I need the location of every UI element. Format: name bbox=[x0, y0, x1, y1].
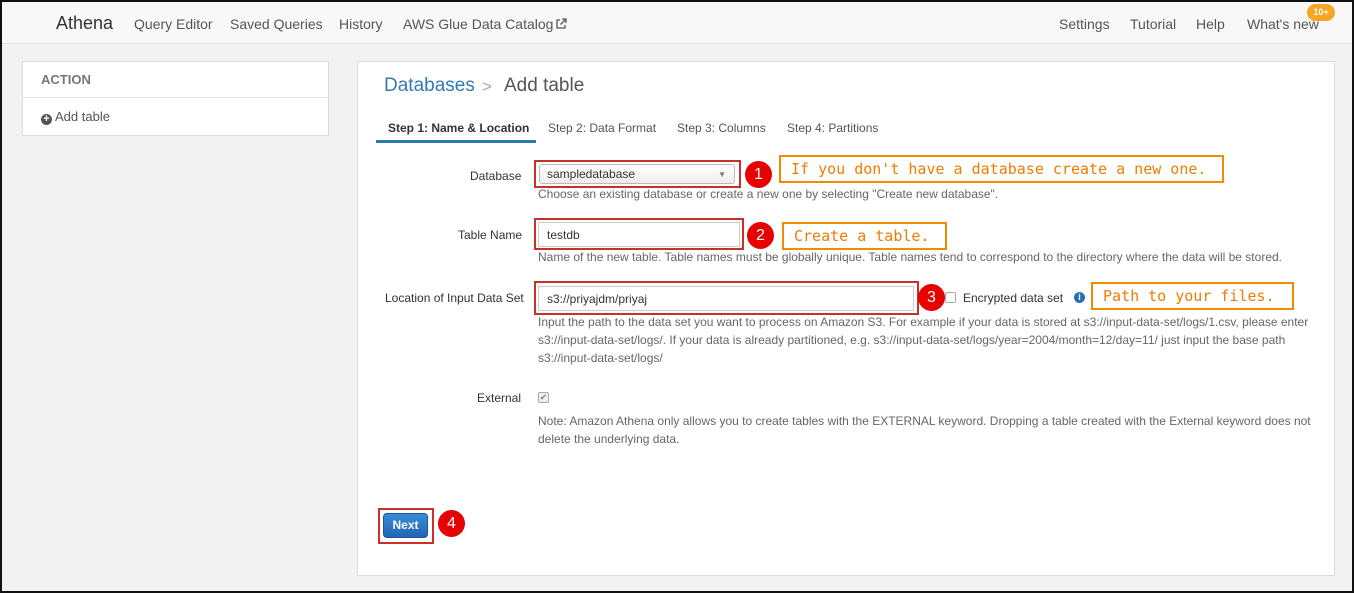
annotation-number-2: 2 bbox=[747, 222, 774, 249]
encrypted-data-set-checkbox[interactable] bbox=[945, 292, 956, 303]
annotation-number-4: 4 bbox=[438, 510, 465, 537]
tab-name-location[interactable]: Step 1: Name & Location bbox=[388, 121, 529, 135]
brand-logo[interactable]: Athena bbox=[56, 13, 113, 34]
nav-saved-queries[interactable]: Saved Queries bbox=[230, 16, 323, 32]
breadcrumb-databases[interactable]: Databases bbox=[384, 75, 475, 97]
annotation-number-3: 3 bbox=[918, 284, 945, 311]
location-help-line-1: Input the path to the data set you want … bbox=[538, 315, 1309, 329]
location-label: Location of Input Data Set bbox=[385, 291, 524, 305]
location-input[interactable]: s3://priyajdm/priyaj bbox=[538, 286, 914, 311]
plus-circle-icon: + bbox=[41, 114, 52, 125]
annotation-number-1: 1 bbox=[745, 161, 772, 188]
nav-history[interactable]: History bbox=[339, 16, 383, 32]
tab-partitions[interactable]: Step 4: Partitions bbox=[787, 121, 878, 135]
tab-data-format[interactable]: Step 2: Data Format bbox=[548, 121, 656, 135]
nav-settings[interactable]: Settings bbox=[1059, 16, 1110, 32]
nav-glue-data-catalog[interactable]: AWS Glue Data Catalog bbox=[403, 16, 568, 32]
database-select-value: sampledatabase bbox=[547, 167, 636, 181]
action-sidebar: ACTION + Add table bbox=[22, 61, 329, 136]
nav-glue-data-catalog-label: AWS Glue Data Catalog bbox=[403, 16, 554, 32]
table-name-label: Table Name bbox=[458, 228, 523, 242]
external-note-line-2: delete the underlying data. bbox=[538, 432, 680, 446]
whats-new-badge: 10+ bbox=[1307, 4, 1335, 21]
sidebar-heading: ACTION bbox=[41, 72, 91, 87]
annotation-callout-path: Path to your files. bbox=[1091, 282, 1294, 310]
external-label: External bbox=[477, 391, 522, 405]
annotation-callout-database: If you don't have a database create a ne… bbox=[779, 155, 1224, 183]
breadcrumb-separator: > bbox=[482, 77, 492, 96]
nav-tutorial[interactable]: Tutorial bbox=[1130, 16, 1176, 32]
external-note-line-1: Note: Amazon Athena only allows you to c… bbox=[538, 414, 1311, 428]
external-link-icon bbox=[556, 18, 568, 29]
info-icon[interactable]: i bbox=[1074, 292, 1085, 303]
external-checkbox[interactable]: ✔ bbox=[538, 392, 549, 403]
location-help-line-3: s3://input-data-set/logs/ bbox=[538, 351, 663, 365]
database-label: Database bbox=[470, 169, 522, 183]
sidebar-item-add-table[interactable]: + Add table bbox=[41, 109, 110, 125]
table-name-help-text: Name of the new table. Table names must … bbox=[538, 250, 1282, 264]
location-help-line-2: s3://input-data-set/logs/. If your data … bbox=[538, 333, 1286, 347]
database-help-text: Choose an existing database or create a … bbox=[538, 187, 999, 201]
chevron-down-icon: ▼ bbox=[718, 170, 726, 179]
sidebar-item-label: Add table bbox=[55, 109, 110, 124]
next-button[interactable]: Next bbox=[383, 513, 428, 538]
page-title: Add table bbox=[504, 75, 585, 96]
top-navbar: Athena Query Editor Saved Queries Histor… bbox=[2, 2, 1352, 44]
database-select[interactable]: sampledatabase ▼ bbox=[539, 164, 735, 184]
tab-columns[interactable]: Step 3: Columns bbox=[677, 121, 766, 135]
nav-whats-new[interactable]: What's new bbox=[1247, 16, 1319, 32]
encrypted-data-set-label: Encrypted data set bbox=[963, 291, 1064, 305]
sidebar-divider bbox=[23, 97, 328, 98]
table-name-input[interactable]: testdb bbox=[538, 222, 740, 247]
nav-query-editor[interactable]: Query Editor bbox=[134, 16, 213, 32]
nav-help[interactable]: Help bbox=[1196, 16, 1225, 32]
annotation-callout-table: Create a table. bbox=[782, 222, 947, 250]
active-tab-indicator bbox=[376, 140, 536, 143]
